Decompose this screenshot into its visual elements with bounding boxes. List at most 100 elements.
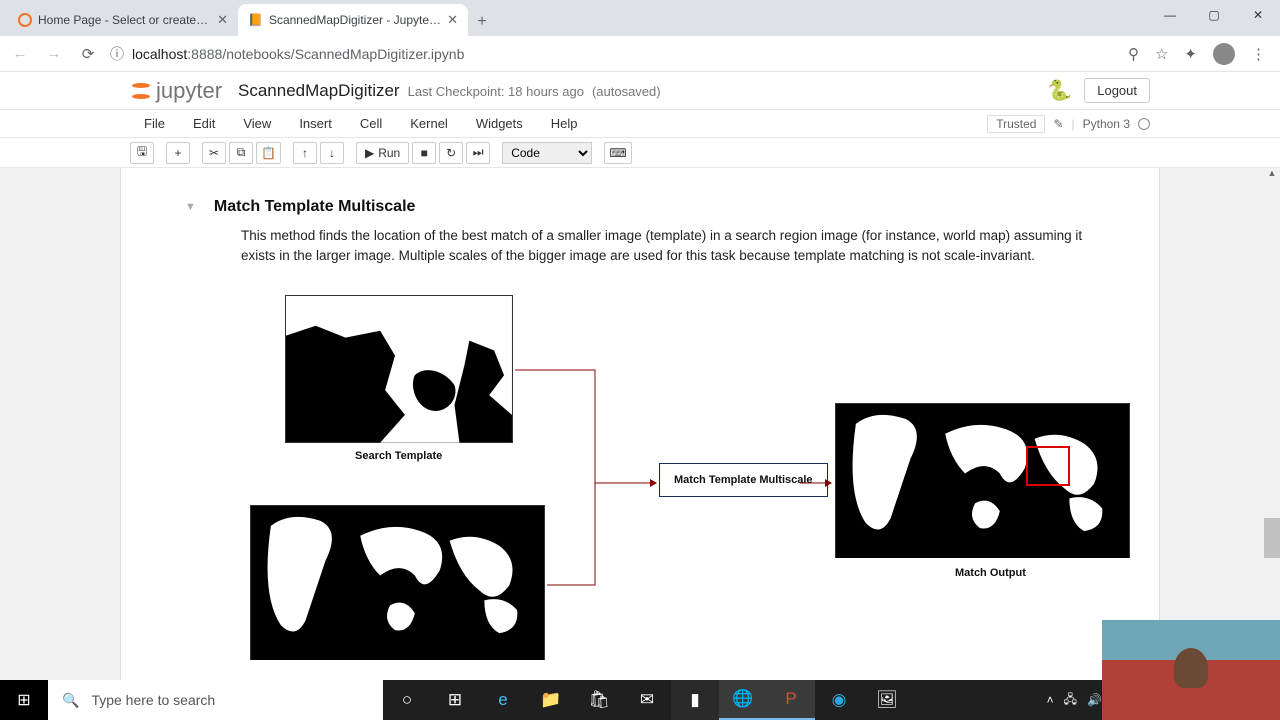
- close-window-button[interactable]: ✕: [1236, 0, 1280, 30]
- restart-run-all-button[interactable]: ⏭: [466, 142, 490, 164]
- notebook-cells[interactable]: ▼ Match Template Multiscale This method …: [120, 168, 1160, 680]
- search-placeholder: Type here to search: [91, 692, 215, 708]
- profile-icon[interactable]: [1213, 43, 1235, 65]
- command-palette-button[interactable]: ⌨: [604, 142, 631, 164]
- output-caption: Match Output: [955, 567, 1026, 579]
- search-icon: 🔍: [62, 692, 79, 709]
- notebook-favicon-icon: 📙: [248, 13, 263, 27]
- reload-button[interactable]: ⟳: [76, 42, 100, 66]
- jupyter-logo-text: jupyter: [156, 78, 222, 104]
- search-region-image: [250, 505, 545, 660]
- new-tab-button[interactable]: +: [468, 8, 496, 36]
- url-input[interactable]: ⓘ localhost:8888/notebooks/ScannedMapDig…: [110, 44, 1118, 64]
- algorithm-box: Match Template Multiscale: [659, 463, 828, 497]
- close-tab-icon[interactable]: ✕: [217, 12, 228, 28]
- vertical-scrollbar[interactable]: ▲: [1264, 168, 1280, 680]
- run-button[interactable]: ▶Run: [356, 142, 409, 164]
- bookmark-icon[interactable]: ☆: [1155, 45, 1168, 63]
- url-path: /notebooks/ScannedMapDigitizer.ipynb: [222, 46, 464, 62]
- kernel-name[interactable]: Python 3: [1083, 117, 1130, 131]
- scroll-up-icon[interactable]: ▲: [1264, 168, 1280, 184]
- browser-tab-notebook[interactable]: 📙 ScannedMapDigitizer - Jupyter N ✕: [238, 4, 468, 36]
- close-tab-icon[interactable]: ✕: [447, 12, 458, 28]
- menu-insert[interactable]: Insert: [285, 116, 346, 131]
- powerpoint-icon[interactable]: P: [767, 680, 815, 720]
- jupyter-header: jupyter ScannedMapDigitizer Last Checkpo…: [0, 72, 1280, 110]
- forward-button[interactable]: →: [42, 42, 66, 66]
- notebook-content-area: ▼ Match Template Multiscale This method …: [0, 168, 1280, 680]
- terminal-icon[interactable]: ▮: [671, 680, 719, 720]
- extensions-icon[interactable]: ✦: [1184, 45, 1197, 63]
- menu-file[interactable]: File: [130, 116, 179, 131]
- add-cell-button[interactable]: +: [166, 142, 190, 164]
- menu-widgets[interactable]: Widgets: [462, 116, 537, 131]
- collapse-heading-icon[interactable]: ▼: [185, 201, 196, 213]
- notebook-title[interactable]: ScannedMapDigitizer: [238, 81, 400, 101]
- url-port: :8888: [187, 46, 222, 62]
- jupyter-logo[interactable]: jupyter: [130, 78, 222, 104]
- site-info-icon[interactable]: ⓘ: [110, 44, 124, 64]
- logout-button[interactable]: Logout: [1084, 78, 1150, 103]
- window-controls: ― ▢ ✕: [1148, 0, 1280, 30]
- chrome-menu-icon[interactable]: ⋮: [1251, 45, 1266, 63]
- jupyter-toolbar: 🖫 + ✂ ⧉ 📋 ↑ ↓ ▶Run ■ ↻ ⏭ Code ⌨: [0, 138, 1280, 168]
- match-output-image: [835, 403, 1130, 558]
- move-down-button[interactable]: ↓: [320, 142, 344, 164]
- file-explorer-icon[interactable]: 📁: [527, 680, 575, 720]
- edge-icon[interactable]: e: [479, 680, 527, 720]
- restart-button[interactable]: ↻: [439, 142, 463, 164]
- system-tray[interactable]: ˄ 🖧 🔊: [1047, 690, 1102, 711]
- maximize-button[interactable]: ▢: [1192, 0, 1236, 30]
- autosave-label: (autosaved): [592, 84, 661, 99]
- tab-title: ScannedMapDigitizer - Jupyter N: [269, 13, 441, 27]
- taskbar-search[interactable]: 🔍 Type here to search: [48, 680, 383, 720]
- browser-icon[interactable]: ◉: [815, 680, 863, 720]
- search-template-image: [285, 295, 513, 443]
- checkpoint-label: Last Checkpoint: 18 hours ago: [408, 84, 584, 99]
- trusted-badge[interactable]: Trusted: [987, 115, 1045, 133]
- menu-kernel[interactable]: Kernel: [396, 116, 462, 131]
- browser-tab-home[interactable]: Home Page - Select or create a n ✕: [8, 4, 238, 36]
- kernel-indicator-icon[interactable]: [1138, 118, 1150, 130]
- webcam-person: [1174, 648, 1208, 688]
- save-button[interactable]: 🖫: [130, 142, 154, 164]
- back-button[interactable]: ←: [8, 42, 32, 66]
- url-host: localhost: [132, 46, 187, 62]
- address-bar: ← → ⟳ ⓘ localhost:8888/notebooks/Scanned…: [0, 36, 1280, 72]
- chrome-icon[interactable]: 🌐: [719, 680, 767, 720]
- photos-icon[interactable]: 🖼: [863, 680, 911, 720]
- volume-icon[interactable]: 🔊: [1087, 693, 1102, 707]
- celltype-select[interactable]: Code: [502, 142, 592, 164]
- minimize-button[interactable]: ―: [1148, 0, 1192, 30]
- match-rectangle: [1026, 446, 1070, 486]
- task-view-icon[interactable]: ⊞: [431, 680, 479, 720]
- start-button[interactable]: ⊞: [0, 680, 48, 720]
- stop-button[interactable]: ■: [412, 142, 436, 164]
- template-caption: Search Template: [355, 450, 442, 462]
- mail-icon[interactable]: ✉: [623, 680, 671, 720]
- jupyter-logo-icon: [130, 80, 152, 102]
- cut-button[interactable]: ✂: [202, 142, 226, 164]
- copy-button[interactable]: ⧉: [229, 142, 253, 164]
- cortana-icon[interactable]: ○: [383, 680, 431, 720]
- paste-button[interactable]: 📋: [256, 142, 281, 164]
- edit-mode-icon[interactable]: ✎: [1053, 117, 1063, 131]
- scroll-thumb[interactable]: [1264, 518, 1280, 558]
- jupyter-app: jupyter ScannedMapDigitizer Last Checkpo…: [0, 72, 1280, 680]
- browser-tab-strip: Home Page - Select or create a n ✕ 📙 Sca…: [0, 0, 1280, 36]
- jupyter-favicon-icon: [18, 13, 32, 27]
- python-logo-icon: 🐍: [1047, 78, 1072, 103]
- tray-expand-icon[interactable]: ˄: [1047, 693, 1054, 707]
- zoom-icon[interactable]: ⚲: [1128, 45, 1139, 63]
- move-up-button[interactable]: ↑: [293, 142, 317, 164]
- store-icon[interactable]: 🛍: [575, 680, 623, 720]
- menu-help[interactable]: Help: [537, 116, 592, 131]
- jupyter-menubar: File Edit View Insert Cell Kernel Widget…: [0, 110, 1280, 138]
- menu-cell[interactable]: Cell: [346, 116, 396, 131]
- network-icon[interactable]: 🖧: [1064, 690, 1077, 711]
- heading-text: Match Template Multiscale: [214, 198, 416, 216]
- menu-view[interactable]: View: [229, 116, 285, 131]
- diagram-output: Search Template Match Template: [245, 295, 1135, 675]
- markdown-body: This method finds the location of the be…: [241, 226, 1115, 265]
- menu-edit[interactable]: Edit: [179, 116, 229, 131]
